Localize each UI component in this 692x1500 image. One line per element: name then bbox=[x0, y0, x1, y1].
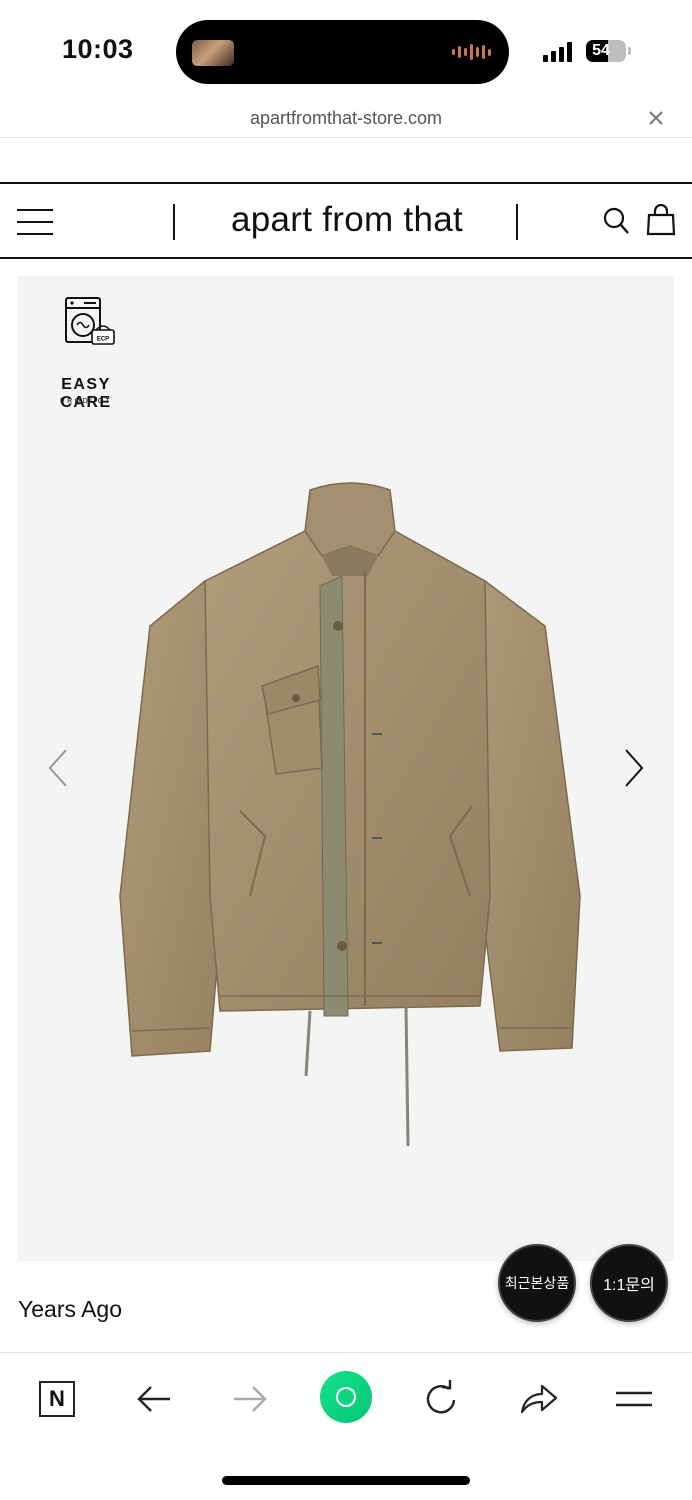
brand-logo[interactable]: apart from that bbox=[176, 200, 518, 240]
share-button[interactable] bbox=[516, 1377, 560, 1421]
status-bar: 10:03 54 bbox=[0, 0, 692, 100]
hamburger-icon[interactable] bbox=[17, 209, 53, 235]
shopping-bag-icon[interactable] bbox=[646, 204, 676, 236]
now-playing-thumbnail bbox=[192, 40, 234, 66]
url-bar[interactable]: apartfromthat-store.com bbox=[0, 100, 692, 138]
chevron-right-icon[interactable] bbox=[618, 746, 648, 790]
search-icon[interactable] bbox=[602, 206, 630, 236]
back-button[interactable] bbox=[132, 1377, 176, 1421]
status-time: 10:03 bbox=[62, 34, 134, 64]
forward-button[interactable] bbox=[228, 1377, 272, 1421]
arrow-left-icon bbox=[137, 1386, 170, 1412]
naver-icon: N bbox=[39, 1381, 75, 1417]
reload-icon bbox=[426, 1380, 456, 1414]
site-header: apart from that bbox=[0, 182, 692, 259]
recent-viewed-button[interactable]: 최근본상품 bbox=[498, 1244, 576, 1322]
url-text[interactable]: apartfromthat-store.com bbox=[0, 108, 692, 129]
reload-button[interactable] bbox=[419, 1377, 463, 1421]
menu-button[interactable] bbox=[612, 1377, 656, 1421]
menu-icon bbox=[616, 1391, 652, 1407]
jacket-product-photo bbox=[119, 482, 581, 1147]
header-divider-right bbox=[516, 204, 518, 240]
arrow-right-icon bbox=[234, 1386, 267, 1412]
green-dot bbox=[338, 1389, 354, 1405]
close-icon[interactable] bbox=[646, 108, 666, 128]
green-circle-icon[interactable] bbox=[320, 1371, 372, 1423]
header-divider-left bbox=[173, 204, 175, 240]
inquiry-button[interactable]: 1:1문의 bbox=[590, 1244, 668, 1322]
battery-level: 54 bbox=[592, 42, 610, 59]
share-icon bbox=[520, 1384, 558, 1414]
badge-code: ECP bbox=[97, 337, 109, 343]
chevron-left-icon[interactable] bbox=[44, 746, 74, 790]
dynamic-island[interactable] bbox=[176, 20, 509, 84]
washing-machine-icon: ECP bbox=[65, 297, 115, 345]
battery-tip bbox=[628, 47, 631, 55]
audio-wave-icon bbox=[452, 42, 491, 62]
naver-button[interactable]: N bbox=[35, 1377, 79, 1421]
home-indicator[interactable] bbox=[222, 1476, 470, 1485]
product-image[interactable]: ECP EASY CARE PRODUCT bbox=[18, 276, 674, 1261]
battery-icon: 54 bbox=[586, 40, 626, 62]
badge-title: EASY CARE bbox=[60, 376, 112, 411]
product-title[interactable]: Years Ago bbox=[18, 1296, 122, 1323]
cellular-signal-icon bbox=[543, 40, 572, 62]
badge-subtitle: PRODUCT bbox=[59, 398, 113, 405]
